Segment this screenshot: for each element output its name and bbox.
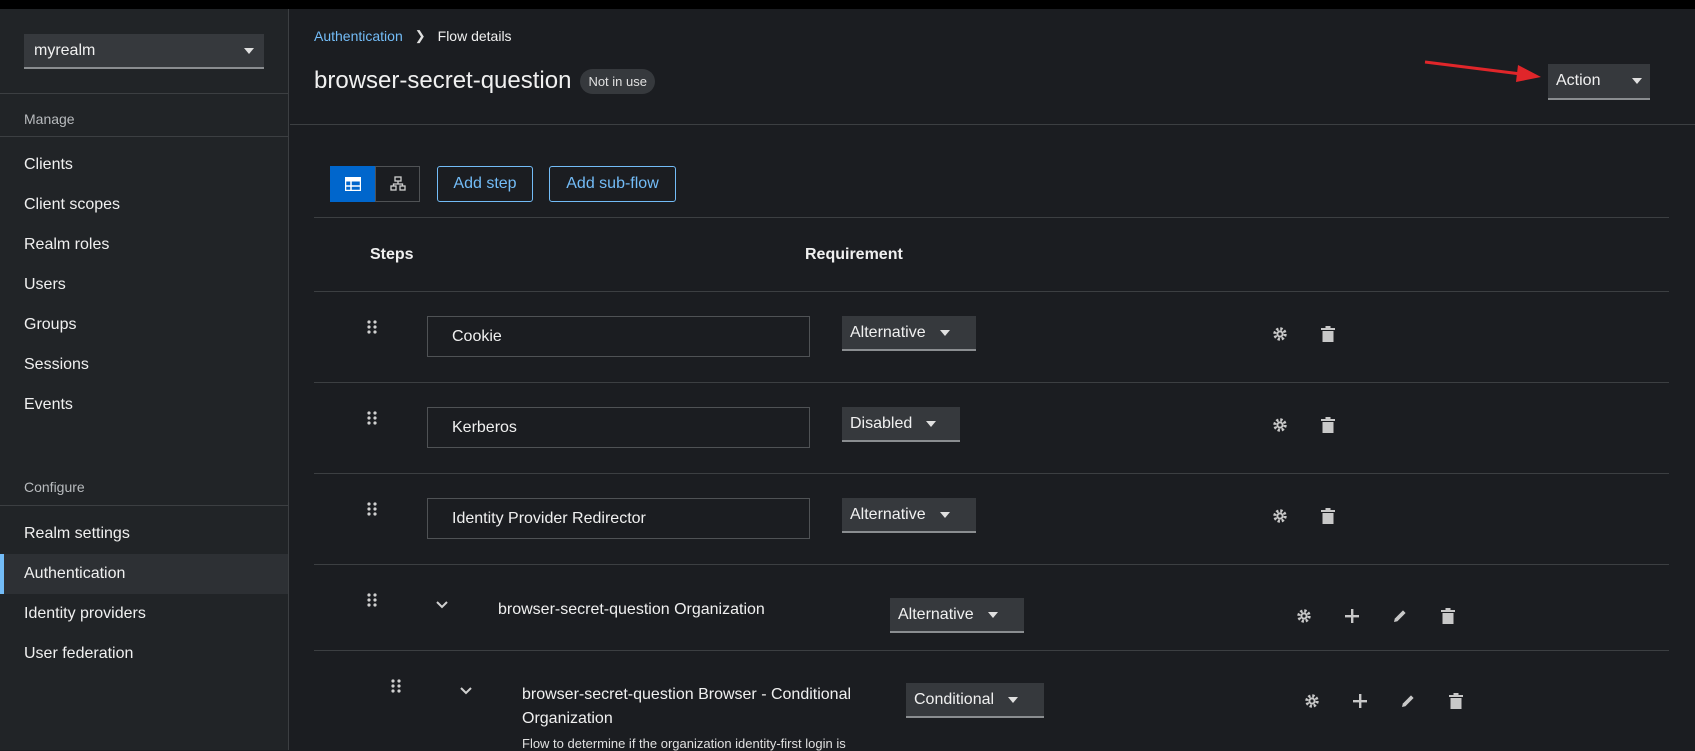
sidebar-item-identity-providers[interactable]: Identity providers: [0, 594, 288, 634]
gear-icon[interactable]: [1303, 692, 1321, 710]
flow-name: browser-secret-question Organization: [498, 601, 765, 618]
caret-down-icon: [1632, 78, 1642, 84]
requirement-select[interactable]: Disabled: [842, 407, 960, 442]
drag-handle-icon[interactable]: [390, 679, 402, 693]
table-divider: [314, 217, 1669, 218]
configure-section-title: Configure: [24, 479, 85, 495]
caret-down-icon: [939, 329, 950, 336]
gear-icon[interactable]: [1271, 507, 1289, 525]
caret-down-icon: [987, 611, 998, 618]
flow-name-line1: browser-secret-question Browser - Condit…: [522, 686, 852, 703]
gear-icon[interactable]: [1271, 325, 1289, 343]
caret-down-icon: [926, 420, 937, 427]
gear-icon[interactable]: [1295, 607, 1313, 625]
table-view-button[interactable]: [330, 166, 375, 202]
add-subflow-button[interactable]: Add sub-flow: [549, 166, 676, 202]
realm-name: myrealm: [34, 41, 96, 59]
step-name: Identity Provider Redirector: [427, 498, 810, 539]
sidebar-divider: [0, 505, 288, 506]
window-top-bar: [0, 0, 1695, 9]
sidebar: myrealm Manage Clients Client scopes Rea…: [0, 9, 289, 750]
diagram-view-button[interactable]: [375, 166, 420, 202]
requirement-value: Alternative: [850, 505, 926, 523]
sidebar-item-sessions[interactable]: Sessions: [0, 345, 288, 385]
add-step-button[interactable]: Add step: [437, 166, 533, 202]
table-divider: [314, 564, 1669, 565]
chevron-down-icon[interactable]: [436, 601, 448, 609]
caret-down-icon: [244, 47, 254, 54]
table-icon: [344, 177, 361, 191]
table-divider: [314, 650, 1669, 651]
step-name: Cookie: [427, 316, 810, 357]
pencil-icon[interactable]: [1391, 607, 1409, 625]
drag-handle-icon[interactable]: [366, 320, 378, 334]
requirement-value: Alternative: [850, 323, 926, 341]
action-label: Action: [1556, 72, 1601, 89]
sidebar-item-realm-roles[interactable]: Realm roles: [0, 225, 288, 265]
requirement-select[interactable]: Alternative: [842, 498, 976, 533]
sidebar-item-users[interactable]: Users: [0, 265, 288, 305]
realm-selector[interactable]: myrealm: [24, 34, 264, 69]
page-title: browser-secret-question: [314, 67, 572, 94]
requirement-select[interactable]: Alternative: [842, 316, 976, 351]
annotation-arrow-icon: [1424, 60, 1541, 82]
breadcrumb: Authentication ❯ Flow details: [314, 28, 512, 44]
title-row: browser-secret-question Not in use: [314, 67, 655, 95]
sidebar-item-realm-settings[interactable]: Realm settings: [0, 514, 288, 554]
requirement-value: Alternative: [898, 605, 974, 623]
requirement-select[interactable]: Conditional: [906, 683, 1044, 718]
status-badge: Not in use: [580, 68, 655, 94]
flow-name-line2: Organization: [522, 710, 613, 727]
sidebar-item-clients[interactable]: Clients: [0, 145, 288, 185]
table-divider: [314, 291, 1669, 292]
sidebar-item-authentication[interactable]: Authentication: [0, 554, 288, 594]
chevron-down-icon[interactable]: [460, 687, 472, 695]
flow-description: Flow to determine if the organization id…: [522, 736, 846, 751]
main-content: Authentication ❯ Flow details browser-se…: [290, 9, 1695, 751]
requirement-value: Conditional: [914, 690, 995, 708]
requirement-value: Disabled: [850, 414, 913, 432]
plus-icon[interactable]: [1343, 607, 1361, 625]
sidebar-item-events[interactable]: Events: [0, 385, 288, 425]
table-divider: [314, 473, 1669, 474]
sidebar-item-client-scopes[interactable]: Client scopes: [0, 185, 288, 225]
plus-icon[interactable]: [1351, 692, 1369, 710]
diagram-icon: [389, 176, 406, 191]
sidebar-divider: [0, 136, 288, 137]
pencil-icon[interactable]: [1399, 692, 1417, 710]
drag-handle-icon[interactable]: [366, 411, 378, 425]
caret-down-icon: [939, 511, 950, 518]
drag-handle-icon[interactable]: [366, 502, 378, 516]
column-header-requirement: Requirement: [805, 246, 903, 263]
trash-icon[interactable]: [1439, 607, 1457, 625]
drag-handle-icon[interactable]: [366, 593, 378, 607]
trash-icon[interactable]: [1447, 692, 1465, 710]
step-name: Kerberos: [427, 407, 810, 448]
sidebar-divider: [0, 93, 288, 94]
sidebar-item-user-federation[interactable]: User federation: [0, 634, 288, 674]
trash-icon[interactable]: [1319, 416, 1337, 434]
manage-section-title: Manage: [24, 111, 75, 127]
gear-icon[interactable]: [1271, 416, 1289, 434]
breadcrumb-current: Flow details: [437, 28, 512, 44]
trash-icon[interactable]: [1319, 325, 1337, 343]
caret-down-icon: [1008, 696, 1019, 703]
chevron-right-icon: ❯: [414, 28, 426, 43]
view-toggle-group: [330, 166, 420, 202]
trash-icon[interactable]: [1319, 507, 1337, 525]
sidebar-item-groups[interactable]: Groups: [0, 305, 288, 345]
action-dropdown[interactable]: Action: [1548, 64, 1650, 100]
column-header-steps: Steps: [370, 246, 414, 263]
table-divider: [314, 382, 1669, 383]
breadcrumb-link-authentication[interactable]: Authentication: [314, 28, 403, 44]
header-divider: [290, 124, 1695, 125]
requirement-select[interactable]: Alternative: [890, 598, 1024, 633]
